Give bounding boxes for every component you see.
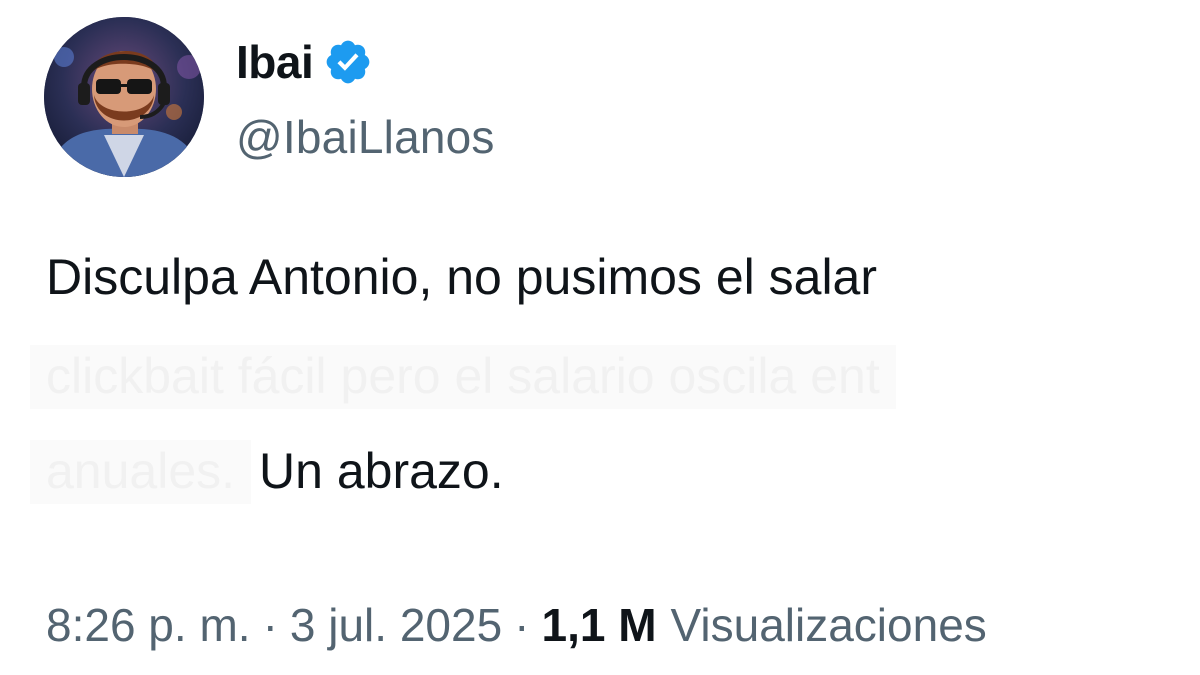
author-name-row[interactable]: Ibai — [236, 32, 373, 92]
author-display-name[interactable]: Ibai — [236, 35, 314, 89]
tweet-meta: 8:26 p. m. · 3 jul. 2025 · 1,1 M Visuali… — [46, 598, 987, 652]
views-count[interactable]: 1,1 M — [542, 598, 657, 652]
meta-separator: · — [262, 599, 278, 651]
tweet-text-line-1: Disculpa Antonio, no pusimos el salar — [46, 249, 878, 305]
meta-separator: · — [514, 599, 530, 651]
tweet-text-line-3-clear: Un abrazo. — [259, 443, 504, 499]
tweet-text-line-2-faded: clickbait fácil pero el salario oscila e… — [30, 345, 896, 409]
views-label: Visualizaciones — [670, 599, 987, 651]
avatar-photo-icon — [44, 17, 204, 177]
avatar[interactable] — [44, 17, 204, 177]
tweet-date[interactable]: 3 jul. 2025 — [290, 598, 502, 652]
author-handle[interactable]: @IbaiLlanos — [236, 110, 495, 164]
tweet-text-line-3: anuales. Un abrazo. — [30, 440, 504, 504]
tweet-card: Ibai @IbaiLlanos Disculpa Antonio, no pu… — [0, 0, 1200, 675]
verified-badge-icon[interactable] — [323, 37, 373, 87]
tweet-text-line-3-faded: anuales. — [30, 440, 252, 504]
tweet-time[interactable]: 8:26 p. m. — [46, 598, 251, 652]
